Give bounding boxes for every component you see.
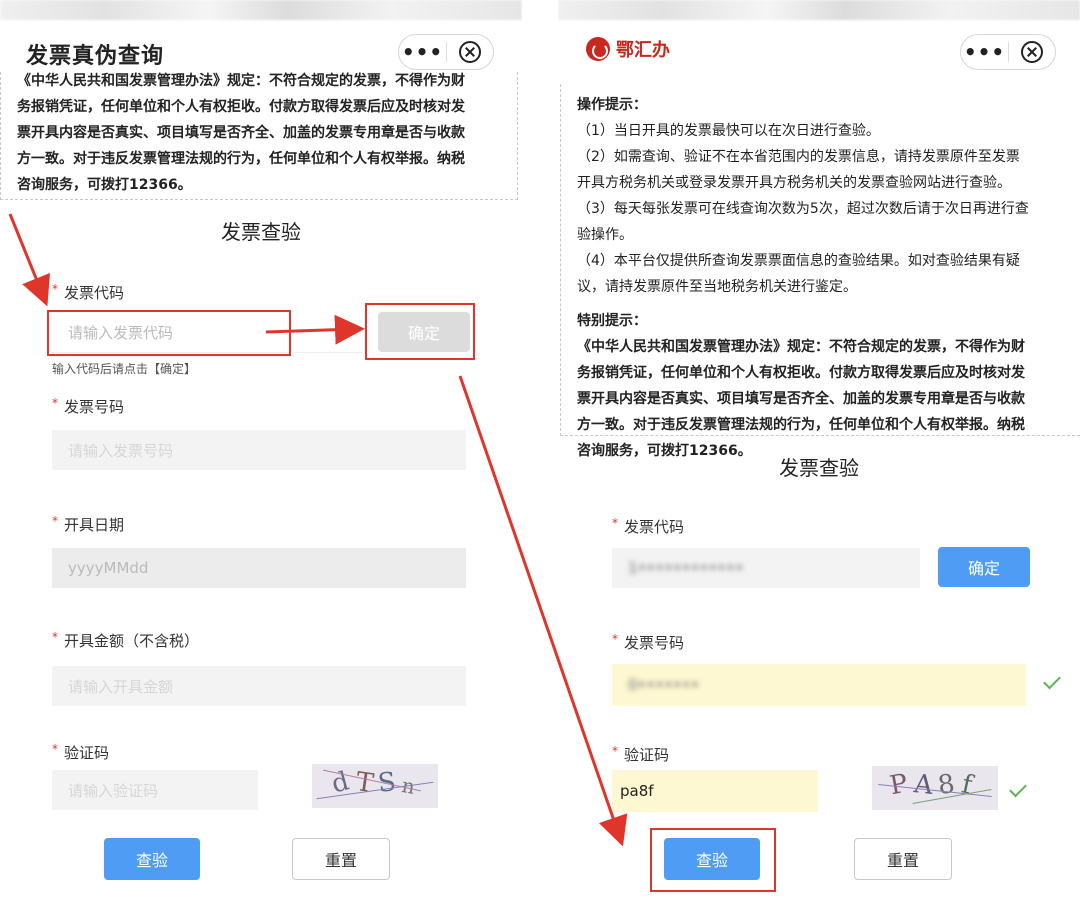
- annotation-arrows: [8, 213, 628, 847]
- red-arrow-icon: [458, 375, 628, 847]
- red-arrow-icon: [265, 314, 365, 345]
- red-arrow-icon: [8, 213, 51, 307]
